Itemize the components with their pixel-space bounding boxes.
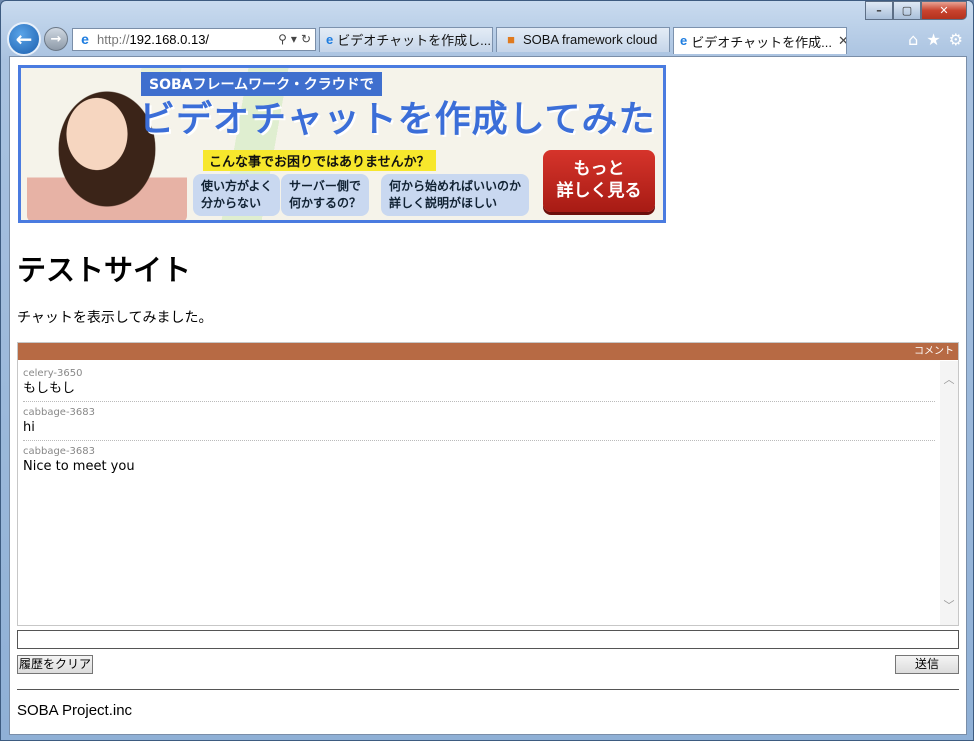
arrow-right-icon: → — [50, 31, 62, 47]
message-text: Nice to meet you — [23, 459, 135, 474]
message-user: celery-3650 — [23, 368, 83, 379]
search-icon[interactable]: ⚲ — [278, 32, 287, 46]
footer-divider — [17, 689, 959, 690]
maximize-button[interactable]: ▢ — [893, 1, 921, 20]
tab-videochat-1[interactable]: e ビデオチャットを作成し... — [319, 26, 493, 52]
home-icon[interactable]: ⌂ — [908, 30, 918, 49]
dropdown-icon[interactable]: ▾ — [291, 32, 297, 46]
promo-banner[interactable]: SOBAフレームワーク・クラウドで ビデオチャットを作成してみた こんな事でお困… — [18, 65, 666, 223]
arrow-left-icon: ← — [15, 27, 33, 51]
tab-soba-cloud[interactable]: ■ SOBA framework cloud — [496, 26, 670, 52]
refresh-icon[interactable]: ↻ — [301, 32, 311, 46]
address-bar[interactable]: e http:// 192.168.0.13/ ⚲ ▾ ↻ — [72, 27, 316, 51]
chat-header: コメント — [18, 343, 958, 360]
footer-text: SOBA Project.inc — [17, 702, 133, 719]
close-tab-icon[interactable]: ✕ — [838, 33, 846, 49]
message-text: hi — [23, 420, 35, 435]
message-user: cabbage-3683 — [23, 446, 96, 457]
browser-window: – ▢ ✕ ← → e http:// 192.168.0.13/ ⚲ ▾ ↻ … — [0, 0, 974, 741]
banner-pill-2: サーバー側で 何かするの？ — [281, 174, 370, 216]
banner-pill-3: 何から始めればいいのか 詳しく説明がほしい — [381, 174, 530, 216]
chat-message: cabbage-3683 Nice to meet you — [23, 441, 935, 480]
message-text: もしもし — [23, 381, 76, 396]
tab-videochat-active[interactable]: e ビデオチャットを作成... ✕ — [673, 27, 847, 54]
chat-message: cabbage-3683 hi — [23, 402, 935, 441]
send-button[interactable]: 送信 — [895, 655, 959, 674]
banner-title: ビデオチャットを作成してみた — [139, 99, 656, 140]
page-title: テストサイト — [17, 253, 192, 287]
chat-messages: celery-3650 もしもし cabbage-3683 hi cabbage… — [18, 361, 940, 625]
chat-scrollbar[interactable]: ︿ ﹀ — [940, 361, 958, 625]
chat-message-input[interactable] — [17, 630, 959, 649]
star-icon[interactable]: ★ — [926, 30, 940, 49]
ie-page-icon: e — [81, 31, 89, 47]
page-description: チャットを表示してみました。 — [17, 310, 213, 326]
banner-pill-1: 使い方がよく 分からない — [193, 174, 281, 216]
page-viewport: SOBAフレームワーク・クラウドで ビデオチャットを作成してみた こんな事でお困… — [9, 56, 967, 735]
back-button[interactable]: ← — [7, 22, 41, 56]
close-window-button[interactable]: ✕ — [921, 1, 967, 20]
gear-icon[interactable]: ⚙ — [949, 30, 963, 49]
chat-panel: コメント celery-3650 もしもし cabbage-3683 hi ca… — [17, 342, 959, 626]
chat-message: celery-3650 もしもし — [23, 363, 935, 402]
address-protocol: http:// — [97, 31, 130, 47]
banner-more-button[interactable]: もっと 詳しく見る — [543, 150, 655, 212]
ie-page-icon: e — [326, 31, 334, 47]
browser-toolbar: ← → e http:// 192.168.0.13/ ⚲ ▾ ↻ e ビデオチ… — [5, 22, 969, 56]
soba-favicon-icon: ■ — [507, 31, 515, 47]
banner-question: こんな事でお困りではありませんか？ — [203, 150, 436, 171]
tab-label: ビデオチャットを作成... — [691, 34, 832, 50]
ie-page-icon: e — [680, 33, 688, 48]
minimize-button[interactable]: – — [865, 1, 893, 20]
clear-history-button[interactable]: 履歴をクリア — [17, 655, 93, 674]
tab-label: ビデオチャットを作成し... — [337, 33, 491, 48]
chevron-up-icon[interactable]: ︿ — [940, 371, 958, 387]
address-host: 192.168.0.13/ — [129, 31, 210, 47]
forward-button[interactable]: → — [44, 27, 68, 51]
message-user: cabbage-3683 — [23, 407, 96, 418]
chevron-down-icon[interactable]: ﹀ — [940, 597, 958, 613]
window-controls: – ▢ ✕ — [865, 1, 967, 20]
tab-label: SOBA framework cloud — [523, 32, 658, 47]
